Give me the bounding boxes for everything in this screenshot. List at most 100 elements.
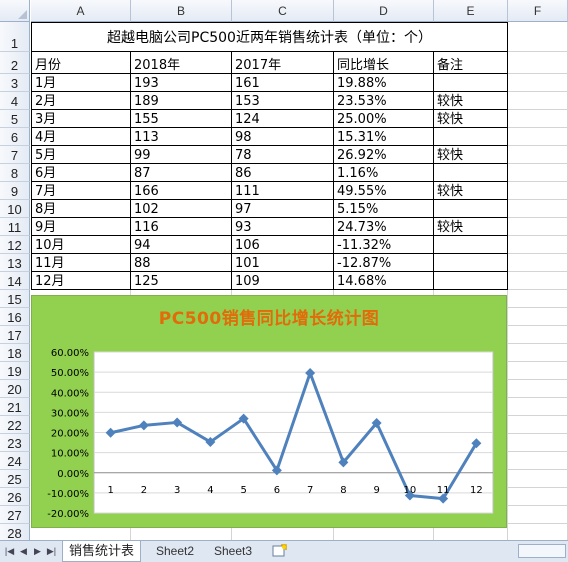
empty-cell[interactable] — [508, 92, 568, 110]
table-cell[interactable]: 98 — [232, 128, 334, 146]
table-cell[interactable]: 8月 — [31, 200, 131, 218]
table-cell[interactable] — [434, 272, 508, 290]
empty-cell[interactable] — [508, 22, 568, 52]
empty-cell[interactable] — [508, 200, 568, 218]
table-cell[interactable]: 88 — [131, 254, 232, 272]
table-header-cell[interactable]: 2017年 — [232, 52, 334, 74]
table-header-cell[interactable]: 2018年 — [131, 52, 232, 74]
prev-sheet-nav-icon[interactable]: ◀ — [18, 545, 29, 558]
table-cell[interactable]: 较快 — [434, 146, 508, 164]
row-header[interactable]: 17 — [0, 326, 30, 344]
table-cell[interactable]: -11.32% — [334, 236, 434, 254]
empty-cell[interactable] — [508, 362, 568, 380]
table-cell[interactable]: 19.88% — [334, 74, 434, 92]
table-cell[interactable]: 25.00% — [334, 110, 434, 128]
table-cell[interactable]: 116 — [131, 218, 232, 236]
empty-cell[interactable] — [508, 380, 568, 398]
empty-cell[interactable] — [508, 506, 568, 524]
table-cell[interactable]: 2月 — [31, 92, 131, 110]
empty-cell[interactable] — [508, 74, 568, 92]
table-cell[interactable]: 10月 — [31, 236, 131, 254]
empty-cell[interactable] — [508, 128, 568, 146]
table-cell[interactable] — [434, 128, 508, 146]
row-header[interactable]: 8 — [0, 164, 30, 182]
table-cell[interactable] — [434, 236, 508, 254]
row-header[interactable]: 16 — [0, 308, 30, 326]
empty-cell[interactable] — [508, 110, 568, 128]
table-cell[interactable]: 5月 — [31, 146, 131, 164]
table-cell[interactable]: 155 — [131, 110, 232, 128]
row-header[interactable]: 12 — [0, 236, 30, 254]
table-cell[interactable]: 97 — [232, 200, 334, 218]
table-cell[interactable]: 12月 — [31, 272, 131, 290]
table-cell[interactable]: 94 — [131, 236, 232, 254]
table-cell[interactable]: 166 — [131, 182, 232, 200]
row-header[interactable]: 4 — [0, 92, 30, 110]
empty-cell[interactable] — [508, 182, 568, 200]
table-cell[interactable]: 153 — [232, 92, 334, 110]
row-header[interactable]: 5 — [0, 110, 30, 128]
table-cell[interactable]: 113 — [131, 128, 232, 146]
empty-cell[interactable] — [508, 272, 568, 290]
table-cell[interactable]: 较快 — [434, 218, 508, 236]
row-header[interactable]: 1 — [0, 22, 30, 52]
table-header-cell[interactable]: 同比增长 — [334, 52, 434, 74]
table-cell[interactable] — [434, 254, 508, 272]
row-header[interactable]: 3 — [0, 74, 30, 92]
spreadsheet-grid[interactable]: ABCDEF 1 2 3 4 5 6 7 8 9 10 11 12 13 14 15 16 17 18 19 20 21… — [0, 0, 568, 540]
empty-cell[interactable] — [508, 308, 568, 326]
chart-area[interactable]: PC500销售同比增长统计图 60.00% 50.00% 40.00% 30.00% 2… — [31, 295, 507, 528]
row-header[interactable]: 15 — [0, 290, 30, 308]
table-header-cell[interactable]: 月份 — [31, 52, 131, 74]
row-header[interactable]: 21 — [0, 398, 30, 416]
row-header[interactable]: 23 — [0, 434, 30, 452]
first-sheet-nav-icon[interactable]: |◀ — [4, 545, 15, 558]
row-header[interactable]: 26 — [0, 488, 30, 506]
table-cell[interactable]: 102 — [131, 200, 232, 218]
table-cell[interactable]: 11月 — [31, 254, 131, 272]
sheet-tab-sheet3[interactable]: Sheet3 — [208, 541, 258, 561]
row-header[interactable]: 6 — [0, 128, 30, 146]
column-header[interactable]: C — [232, 0, 334, 22]
table-cell[interactable]: 109 — [232, 272, 334, 290]
column-header[interactable]: B — [131, 0, 232, 22]
empty-cell[interactable] — [508, 254, 568, 272]
table-cell[interactable]: -12.87% — [334, 254, 434, 272]
table-cell[interactable]: 1月 — [31, 74, 131, 92]
table-cell[interactable]: 24.73% — [334, 218, 434, 236]
table-cell[interactable]: 4月 — [31, 128, 131, 146]
table-title[interactable]: 超越电脑公司PC500近两年销售统计表（单位：个） — [31, 22, 508, 52]
empty-cell[interactable] — [508, 398, 568, 416]
row-header[interactable]: 9 — [0, 182, 30, 200]
table-cell[interactable]: 15.31% — [334, 128, 434, 146]
empty-cell[interactable] — [508, 146, 568, 164]
table-cell[interactable]: 87 — [131, 164, 232, 182]
row-header[interactable]: 22 — [0, 416, 30, 434]
empty-cell[interactable] — [508, 434, 568, 452]
table-cell[interactable]: 14.68% — [334, 272, 434, 290]
empty-cell[interactable] — [508, 452, 568, 470]
table-cell[interactable]: 较快 — [434, 92, 508, 110]
select-all-corner[interactable] — [0, 0, 30, 22]
column-header[interactable]: A — [31, 0, 131, 22]
sheet-tab-sales[interactable]: 销售统计表 — [62, 541, 142, 562]
table-cell[interactable]: 111 — [232, 182, 334, 200]
next-sheet-nav-icon[interactable]: ▶ — [32, 545, 43, 558]
table-cell[interactable]: 3月 — [31, 110, 131, 128]
table-cell[interactable]: 106 — [232, 236, 334, 254]
empty-cell[interactable] — [508, 326, 568, 344]
table-cell[interactable]: 101 — [232, 254, 334, 272]
table-cell[interactable]: 99 — [131, 146, 232, 164]
empty-cell[interactable] — [508, 416, 568, 434]
row-header[interactable]: 28 — [0, 524, 30, 540]
last-sheet-nav-icon[interactable]: ▶| — [46, 545, 57, 558]
column-header[interactable]: D — [334, 0, 434, 22]
row-header[interactable]: 27 — [0, 506, 30, 524]
row-header[interactable]: 11 — [0, 218, 30, 236]
column-header[interactable]: F — [508, 0, 568, 22]
empty-cell[interactable] — [508, 236, 568, 254]
row-header[interactable]: 18 — [0, 344, 30, 362]
table-cell[interactable]: 49.55% — [334, 182, 434, 200]
table-cell[interactable]: 93 — [232, 218, 334, 236]
table-cell[interactable] — [434, 164, 508, 182]
